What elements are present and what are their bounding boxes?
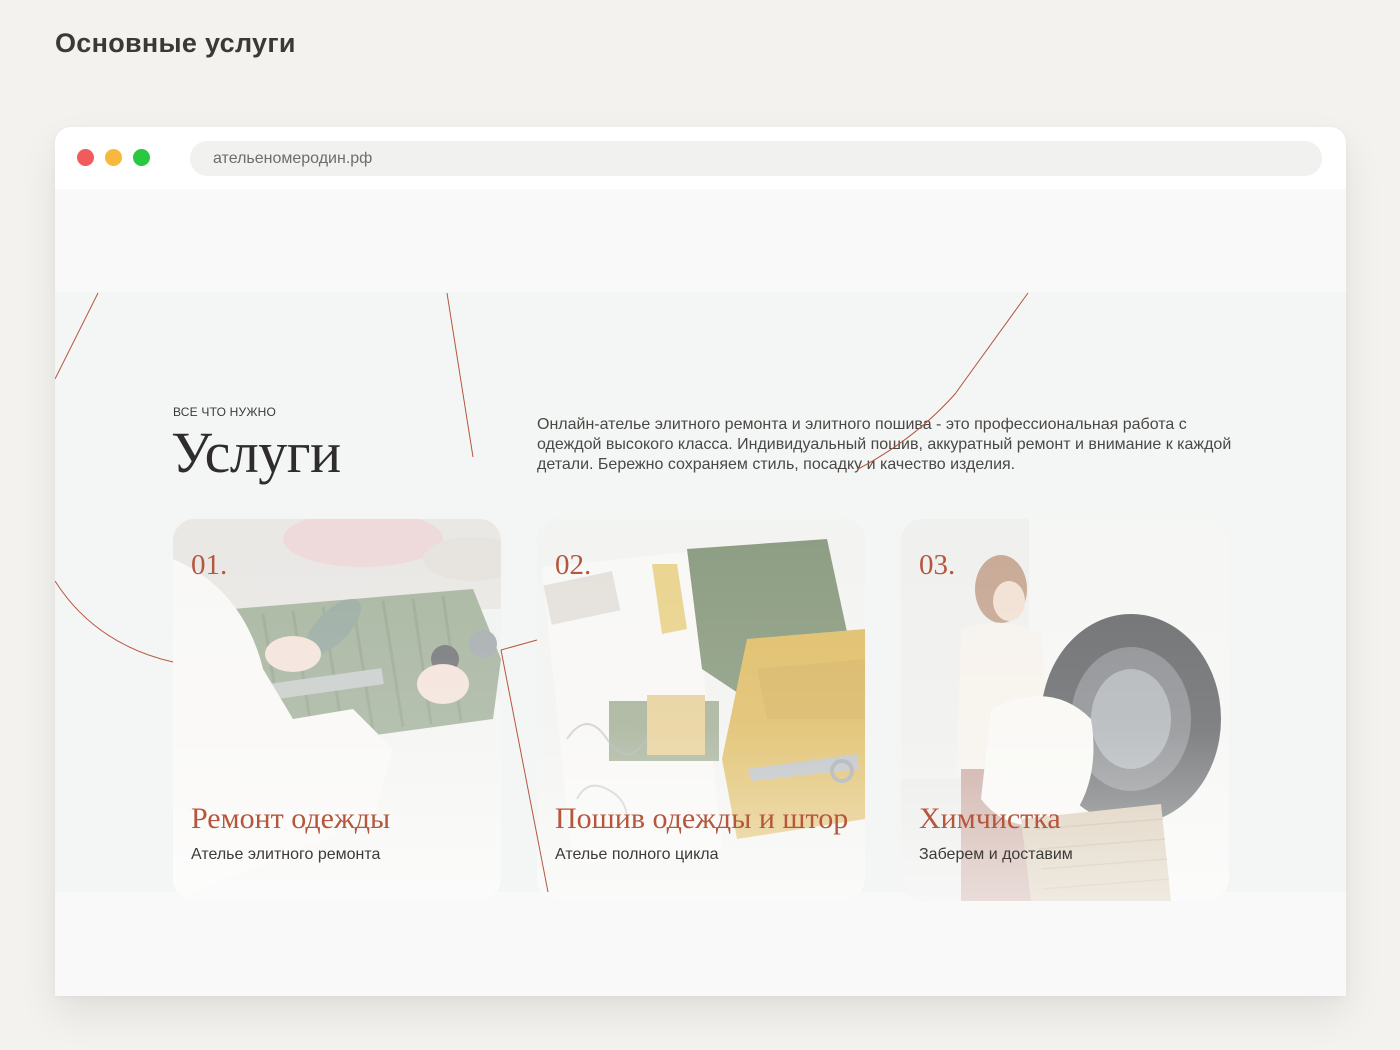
- address-bar-url: ательеномеродин.рф: [213, 150, 373, 167]
- browser-titlebar: ательеномеродин.рф: [55, 127, 1346, 189]
- section-eyebrow: ВСЕ ЧТО НУЖНО: [173, 405, 277, 419]
- service-card-number: 03.: [919, 549, 956, 581]
- section-intro: Онлайн-ателье элитного ремонта и элитног…: [537, 416, 1232, 473]
- service-card-number: 02.: [555, 549, 592, 581]
- browser-window: ательеномеродин.рф ВСЕ ЧТО НУЖНО Услуги …: [55, 127, 1346, 996]
- service-card-number: 01.: [191, 549, 228, 581]
- service-card-repair[interactable]: 01. Ремонт одежды Ателье элитного ремонт…: [173, 519, 501, 901]
- service-card-tailoring[interactable]: 02. Пошив одежды и штор Ателье полного ц…: [537, 519, 865, 901]
- service-card-title: Химчистка: [919, 802, 1061, 835]
- service-card-subtitle: Ателье полного цикла: [555, 846, 719, 863]
- site-viewport: ВСЕ ЧТО НУЖНО Услуги Онлайн-ателье элитн…: [55, 189, 1346, 996]
- section-title: Услуги: [171, 420, 341, 485]
- minimize-window-icon[interactable]: [105, 149, 122, 166]
- service-card-title: Пошив одежды и штор: [555, 802, 849, 835]
- service-card-dry-cleaning[interactable]: 03. Химчистка Заберем и доставим: [901, 519, 1229, 901]
- service-card-title: Ремонт одежды: [191, 802, 391, 835]
- service-card-subtitle: Заберем и доставим: [919, 846, 1073, 863]
- maximize-window-icon[interactable]: [133, 149, 150, 166]
- address-bar[interactable]: ательеномеродин.рф: [190, 141, 1322, 176]
- page-heading: Основные услуги: [55, 28, 296, 58]
- close-window-icon[interactable]: [77, 149, 94, 166]
- service-card-subtitle: Ателье элитного ремонта: [191, 846, 381, 863]
